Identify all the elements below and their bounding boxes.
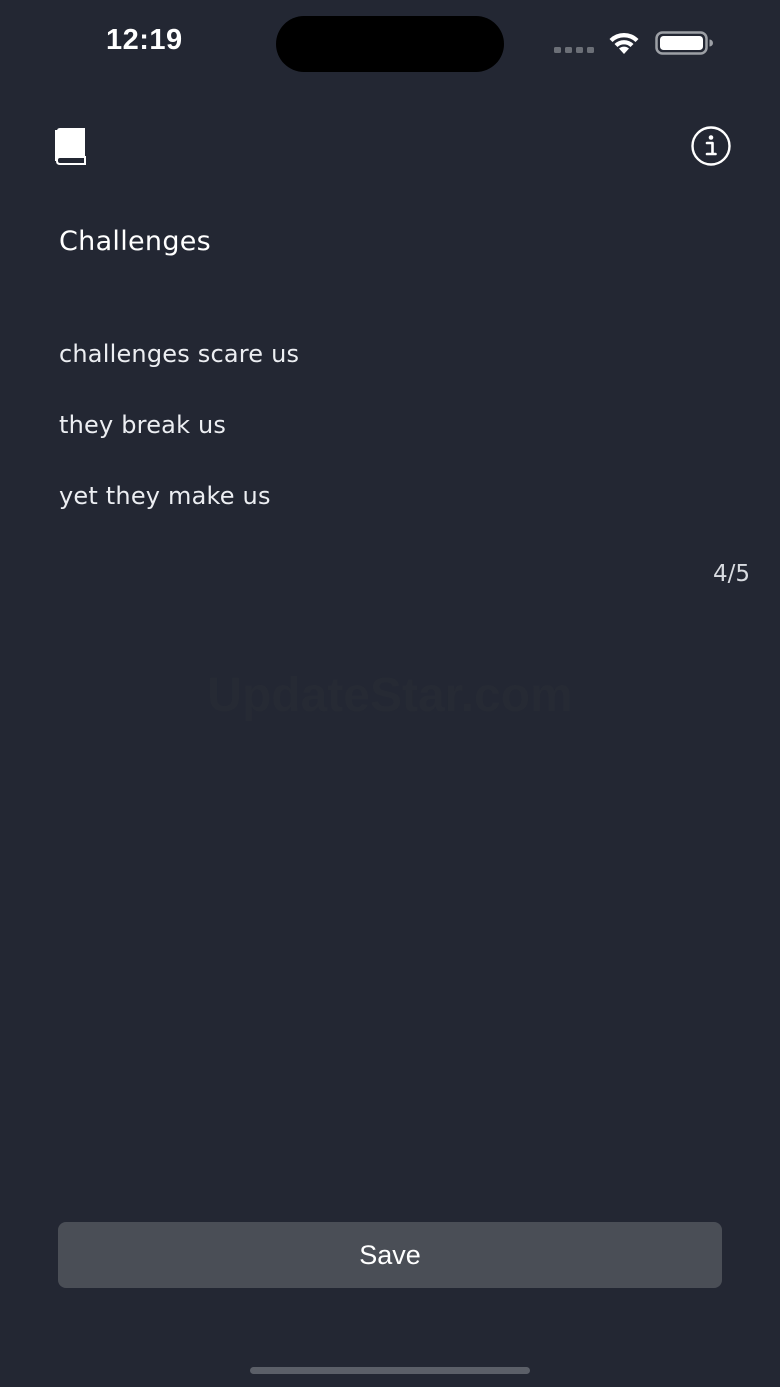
watermark: UpdateStar.com (207, 669, 573, 722)
page-title: Challenges (59, 226, 212, 257)
home-indicator[interactable] (250, 1367, 530, 1374)
poem-line: challenges scare us (59, 340, 300, 368)
app-screen: 12:19 Challenges challenges scare us the… (0, 0, 780, 1387)
book-icon[interactable] (52, 127, 88, 165)
wifi-icon (609, 32, 639, 54)
poem-lines: challenges scare us they break us yet th… (59, 336, 299, 549)
dynamic-island (276, 16, 504, 72)
save-button[interactable]: Save (58, 1222, 722, 1288)
status-time: 12:19 (106, 24, 183, 56)
poem-line: they break us (59, 411, 227, 439)
battery-icon (655, 31, 713, 55)
signal-icon (554, 47, 594, 53)
info-icon[interactable] (690, 125, 732, 167)
poem-line: yet they make us (59, 482, 271, 510)
page-counter: 4/5 (712, 561, 750, 587)
